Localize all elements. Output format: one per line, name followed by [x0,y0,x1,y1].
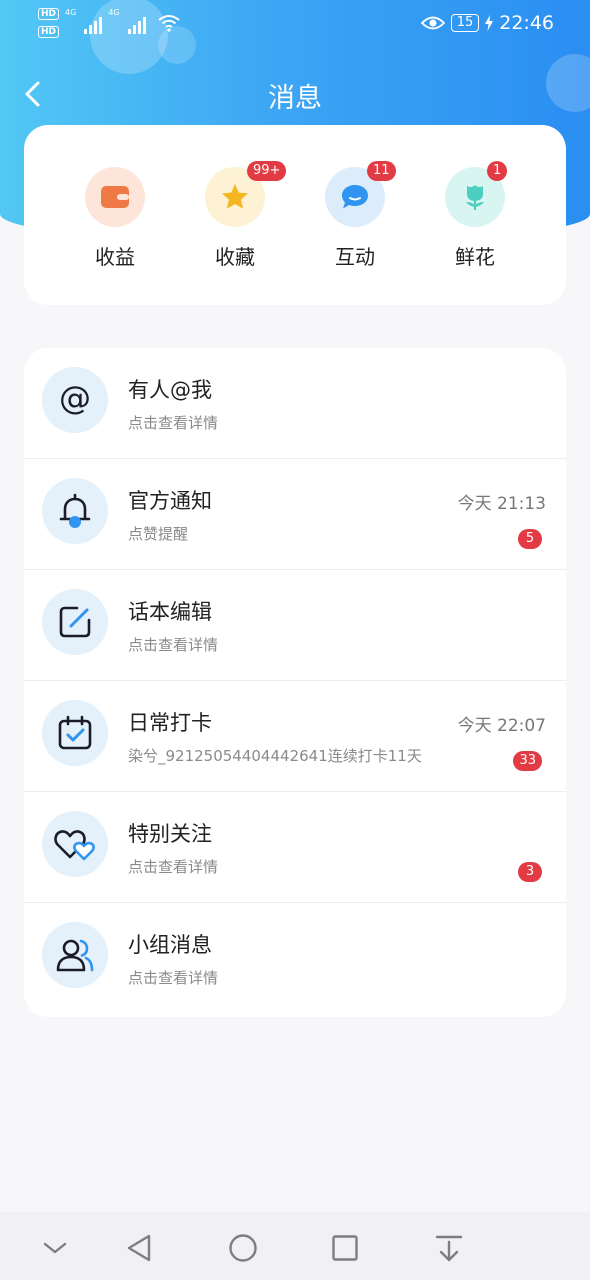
clock: 22:46 [499,12,554,34]
star-icon [222,184,248,209]
notification-badge: 1 [487,161,508,181]
recents-square-icon [332,1235,358,1261]
home-circle-icon [229,1234,257,1262]
item-time: 今天 22:07 [457,716,546,736]
list-item-daily-checkin[interactable]: 日常打卡 染兮_92125054404442641连续打卡11天 今天 22:0… [24,681,566,792]
list-item-mentions[interactable]: @ 有人@我 点击查看详情 [24,348,566,459]
shortcut-flowers[interactable]: 1 鲜花 [435,161,515,270]
shortcut-interaction[interactable]: 11 互动 [315,161,396,270]
system-recents-button[interactable] [327,1230,363,1266]
wifi-icon [157,15,180,32]
shortcut-label: 收益 [95,245,135,269]
message-list: @ 有人@我 点击查看详情 官方通知 点赞提醒 今天 21:13 5 话本编辑 … [24,348,566,1017]
item-subtitle: 点击查看详情 [128,858,219,876]
signal-icon [127,14,146,34]
flower-icon [466,185,484,210]
battery-level: 15 [450,14,480,32]
net2-label: 4G [108,8,120,17]
notification-shade-button[interactable] [431,1230,467,1266]
sim1-hd-badge: HD [38,8,60,20]
chat-bubble-icon [342,185,368,209]
item-subtitle: 染兮_92125054404442641连续打卡11天 [128,747,422,765]
item-subtitle: 点击查看详情 [128,969,219,987]
collapse-button[interactable] [37,1230,73,1266]
hearts-icon [54,830,95,861]
page-title: 消息 [268,83,322,114]
item-title: 官方通知 [128,489,212,513]
item-time: 今天 21:13 [457,494,546,514]
status-left: HD HD 4G 4G [38,8,180,38]
group-icon [56,939,94,972]
list-item-script-editor[interactable]: 话本编辑 点击查看详情 [24,570,566,681]
notification-badge: 99+ [247,161,287,181]
back-triangle-icon [127,1234,151,1262]
charging-icon [485,15,494,31]
shortcut-earnings[interactable]: 收益 [75,167,155,270]
sim2-hd-badge: HD [38,26,60,38]
shortcut-label: 收藏 [215,245,255,269]
svg-text:@: @ [59,382,91,417]
status-right: 15 22:46 [420,12,554,34]
at-icon: @ [59,382,91,417]
signal-icon [84,14,103,34]
list-item-special-follow[interactable]: 特别关注 点击查看详情 3 [24,792,566,903]
download-icon [435,1235,463,1262]
item-title: 特别关注 [128,822,212,846]
wallet-icon [101,186,129,208]
shortcut-label: 互动 [335,245,375,269]
shortcut-favorites[interactable]: 99+ 收藏 [195,161,287,270]
net1-label: 4G [65,8,77,17]
unread-badge: 3 [518,862,542,882]
item-title: 话本编辑 [128,600,212,624]
unread-badge: 5 [518,529,542,549]
item-title: 小组消息 [128,933,212,957]
chevron-down-icon [43,1242,67,1254]
navigation-bar: 消息 [0,66,590,122]
calendar-check-icon [58,715,92,750]
status-bar: HD HD 4G 4G 15 22:46 [0,0,590,48]
list-item-group-messages[interactable]: 小组消息 点击查看详情 [24,903,566,1014]
system-home-button[interactable] [225,1230,261,1266]
item-title: 日常打卡 [128,711,212,735]
item-subtitle: 点赞提醒 [128,525,189,543]
shortcut-card: 收益 99+ 收藏 11 互动 1 鲜花 [24,125,566,305]
eye-icon [420,16,445,30]
system-navigation-bar [0,1212,590,1280]
bell-icon [59,493,91,528]
unread-badge: 33 [513,751,542,771]
list-item-official-notice[interactable]: 官方通知 点赞提醒 今天 21:13 5 [24,459,566,570]
item-title: 有人@我 [128,378,212,402]
item-subtitle: 点击查看详情 [128,414,219,432]
shortcut-label: 鲜花 [455,245,495,269]
system-back-button[interactable] [122,1230,158,1266]
edit-icon [59,606,91,638]
notification-badge: 11 [367,161,396,181]
item-subtitle: 点击查看详情 [128,636,219,654]
